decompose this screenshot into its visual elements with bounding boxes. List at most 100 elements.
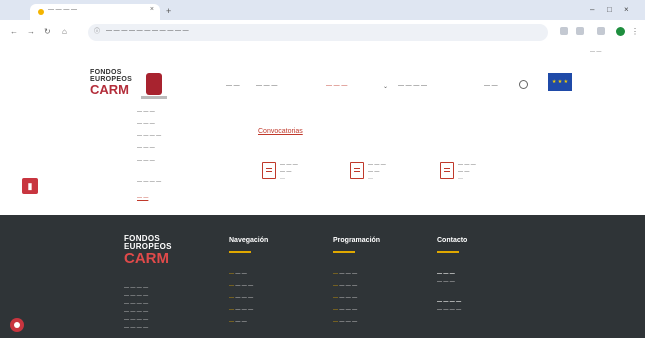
submenu-item[interactable]: — — — (137, 158, 222, 164)
bullet-dash: — (333, 307, 338, 313)
footer-programa-link[interactable]: — — — — (333, 307, 357, 313)
bookmark-icon[interactable]: ▮ (22, 178, 38, 194)
site-favicon-icon (38, 9, 44, 15)
footer-programa-link-label: — — — (339, 295, 358, 301)
submenu-item[interactable]: — — — — (137, 133, 222, 139)
submenu-item[interactable]: — — — (137, 145, 222, 151)
footer-logo[interactable]: FONDOS EUROPEOS CARM (124, 235, 224, 281)
card-subtitle: — — (368, 169, 380, 175)
footer-description-line: — — — — (124, 285, 149, 291)
forward-arrow-icon[interactable]: → (27, 27, 35, 36)
address-bar[interactable]: ⓘ — — — — — — — — — — — (88, 24, 548, 41)
bullet-dash: — (229, 271, 234, 277)
fondos-europeos-carm-logo[interactable]: FONDOS EUROPEOS CARM (90, 69, 136, 101)
footer-programa-link[interactable]: — — — — (333, 295, 357, 301)
contact-phone-value[interactable]: — — — (437, 279, 455, 285)
footer-nav-link[interactable]: — — — — (229, 307, 253, 313)
footer-nav-link[interactable]: — — — (229, 271, 247, 277)
footer-nav-link[interactable]: — — — (229, 319, 247, 325)
new-tab-icon[interactable]: + (166, 6, 171, 16)
footer-nav-link-label: — — (235, 319, 247, 325)
footer-nav-link-label: — — (235, 271, 247, 277)
footer-col-title-programacion: Programación (333, 237, 381, 244)
profile-avatar-icon[interactable] (616, 27, 625, 36)
extensions-puzzle-icon[interactable] (597, 27, 605, 35)
site-header: FONDOS EUROPEOS CARM — — — — — — — — ⌄ —… (0, 61, 645, 107)
footer-nav-link[interactable]: — — — — (229, 283, 253, 289)
region-crest-caption (141, 96, 167, 99)
document-card[interactable]: — — — — — — (262, 158, 334, 192)
nav-item-4[interactable]: — — — — (398, 83, 427, 89)
footer-logo-line3: CARM (124, 250, 169, 267)
footer-programa-link[interactable]: — — — — (333, 319, 357, 325)
pdf-document-icon (350, 162, 364, 179)
site-footer: FONDOS EUROPEOS CARM — — — — — — — — — —… (0, 215, 645, 338)
home-icon[interactable]: ⌂ (62, 27, 67, 36)
bullet-dash: — (229, 283, 234, 289)
logo-line1: FONDOS (90, 69, 122, 76)
browser-menu-icon[interactable]: ⋮ (631, 27, 639, 36)
browser-tab-strip: — — — — × + – □ × (0, 0, 645, 20)
footer-description-line: — — — — (124, 317, 149, 323)
card-title: — — — (368, 162, 386, 168)
footer-programa-link[interactable]: — — — — (333, 271, 357, 277)
section-title: Convocatorias (258, 128, 303, 135)
footer-description-line: — — — — (124, 301, 149, 307)
footer-programa-link-label: — — — (339, 283, 358, 289)
close-window-icon[interactable]: × (624, 5, 629, 14)
card-title: — — — (458, 162, 476, 168)
nav-item-1[interactable]: — — (226, 83, 240, 89)
accessibility-icon[interactable] (10, 318, 24, 332)
contact-email-value[interactable]: — — — — (437, 307, 461, 313)
extension-icon[interactable] (560, 27, 568, 35)
nav-item-5[interactable]: — — (484, 83, 498, 89)
footer-programa-link-label: — — — (339, 271, 358, 277)
logo-line3: CARM (90, 82, 129, 97)
maximize-icon[interactable]: □ (607, 5, 612, 14)
footer-description-line: — — — — (124, 309, 149, 315)
document-card[interactable]: — — — — — — (350, 158, 422, 192)
footer-nav-link-label: — — — (235, 295, 254, 301)
tab-close-icon[interactable]: × (150, 6, 154, 13)
bullet-dash: — (229, 307, 234, 313)
footer-programa-link[interactable]: — — — — (333, 283, 357, 289)
back-arrow-icon[interactable]: ← (10, 27, 18, 36)
card-subtitle: — — (280, 169, 292, 175)
bullet-dash: — (229, 295, 234, 301)
contact-email-label: — — — — (437, 299, 462, 305)
footer-nav-link-label: — — — (235, 307, 254, 313)
submenu-item-active[interactable]: — — (137, 195, 222, 201)
bullet-dash: — (333, 295, 338, 301)
reload-icon[interactable]: ↻ (44, 27, 51, 36)
nav-item-3[interactable]: — — — (326, 83, 347, 89)
document-card[interactable]: — — — — — — (440, 158, 512, 192)
footer-col-underline (333, 251, 355, 253)
card-meta: — (458, 176, 463, 182)
footer-col-title-navegacion: Navegación (229, 237, 269, 244)
card-title: — — — (280, 162, 298, 168)
submenu-item[interactable]: — — — — (137, 179, 222, 185)
submenu-item[interactable]: — — — (137, 109, 222, 115)
pdf-document-icon (440, 162, 454, 179)
nav-item-2[interactable]: — — — (256, 83, 277, 89)
all-bookmarks-link[interactable]: — — (590, 49, 601, 55)
footer-col-title-contacto: Contacto (437, 237, 468, 244)
footer-col-underline (437, 251, 459, 253)
site-info-icon[interactable]: ⓘ (94, 26, 100, 35)
tab-title: — — — — (48, 7, 78, 13)
card-meta: — (368, 176, 373, 182)
region-crest-icon (146, 73, 162, 95)
minimize-icon[interactable]: – (590, 5, 594, 14)
nav-item-3-chevron-icon[interactable]: ⌄ (383, 83, 388, 90)
extension-icon[interactable] (576, 27, 584, 35)
bullet-dash: — (229, 319, 234, 325)
eu-flag-stars: ★ ★ ★ (551, 79, 569, 85)
contact-phone-label: — — — (437, 271, 455, 277)
footer-description-line: — — — — (124, 293, 149, 299)
search-icon[interactable] (519, 80, 528, 89)
bullet-dash: — (333, 271, 338, 277)
submenu-item[interactable]: — — — (137, 121, 222, 127)
footer-nav-link[interactable]: — — — — (229, 295, 253, 301)
footer-col-underline (229, 251, 251, 253)
browser-tab[interactable]: — — — — × (30, 4, 160, 20)
